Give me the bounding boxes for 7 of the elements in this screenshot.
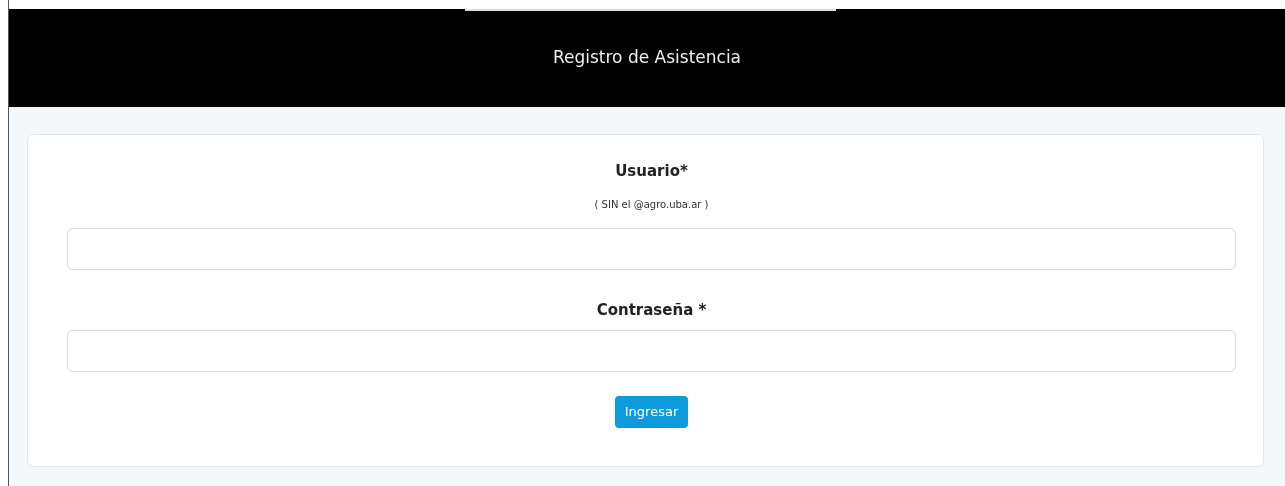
password-field[interactable] xyxy=(67,330,1236,372)
field-label: Contraseña * xyxy=(596,300,707,321)
field-label: Usuario* xyxy=(615,161,688,182)
username-field[interactable] xyxy=(67,228,1236,270)
page-title: Registro de Asistencia xyxy=(552,46,742,70)
login-button[interactable]: Ingresar xyxy=(614,396,689,428)
field-hint: ( SIN el @agro.uba.ar ) xyxy=(594,198,709,212)
